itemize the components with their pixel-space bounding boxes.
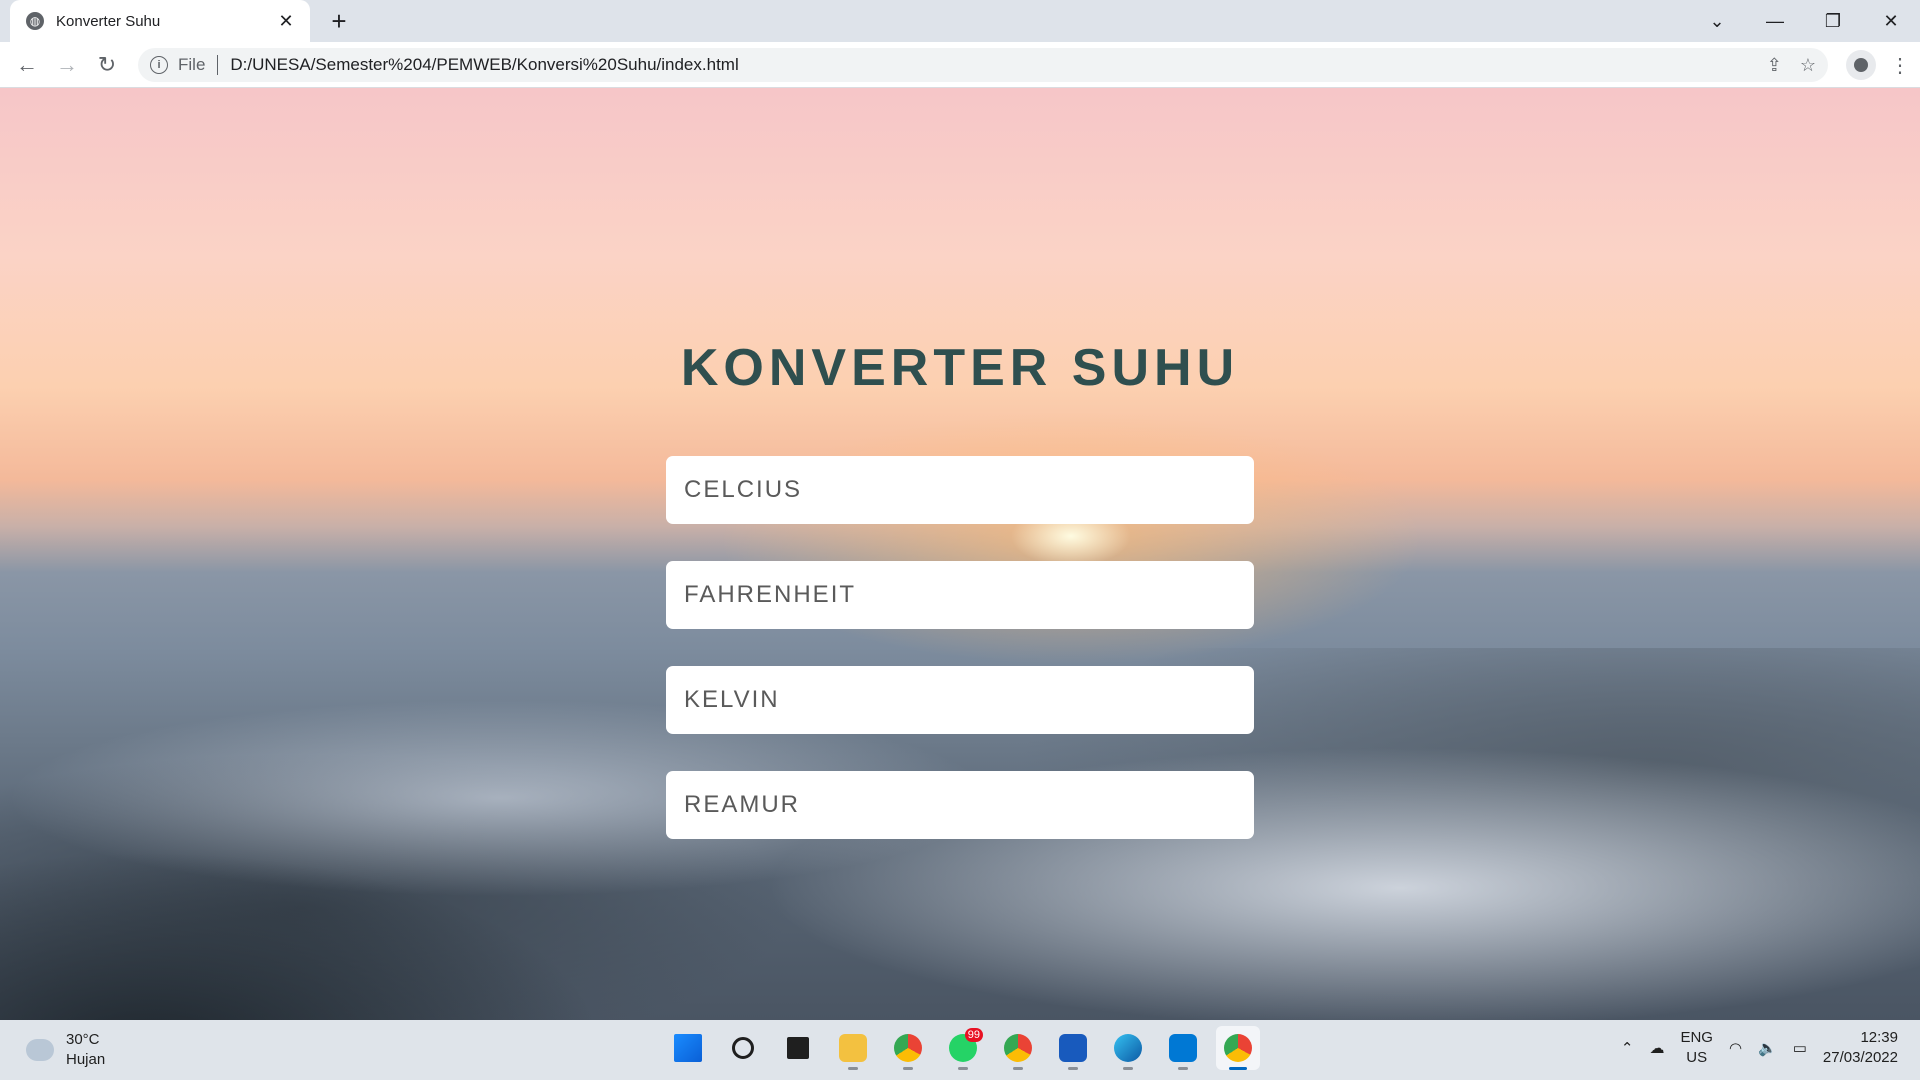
- system-tray: ⌃ ☁ ENG US ◠ 🔈 ▭ 12:39 27/03/2022: [1621, 1028, 1898, 1068]
- chrome-icon: [894, 1034, 922, 1062]
- forward-button[interactable]: →: [52, 50, 82, 80]
- window-controls: ⌄ — ❐ ✕: [1688, 0, 1920, 42]
- language-indicator[interactable]: ENG US: [1680, 1028, 1713, 1068]
- close-window-button[interactable]: ✕: [1862, 0, 1920, 42]
- chrome-profile-2-button[interactable]: [996, 1026, 1040, 1070]
- profile-avatar-icon[interactable]: [1846, 50, 1876, 80]
- taskbar: 30°C Hujan 99 ⌃ ☁ ENG US ◠ 🔈 ▭ 12:39 27/…: [0, 1020, 1920, 1080]
- word-button[interactable]: [1051, 1026, 1095, 1070]
- running-indicator: [1013, 1067, 1023, 1070]
- chrome-icon: [1004, 1034, 1032, 1062]
- browser-toolbar: ← → ↻ i File D:/UNESA/Semester%204/PEMWE…: [0, 42, 1920, 88]
- tab-title: Konverter Suhu: [56, 12, 161, 30]
- running-indicator: [1123, 1067, 1133, 1070]
- kelvin-input[interactable]: [666, 666, 1254, 734]
- fahrenheit-input[interactable]: [666, 561, 1254, 629]
- weather-temperature: 30°C: [66, 1031, 100, 1048]
- toolbar-right: ⋮: [1846, 50, 1910, 80]
- rain-cloud-icon: [26, 1039, 54, 1061]
- active-indicator: [1229, 1067, 1247, 1070]
- word-icon: [1059, 1034, 1087, 1062]
- reload-button[interactable]: ↻: [92, 50, 122, 80]
- running-indicator: [1068, 1067, 1078, 1070]
- page-title: KONVERTER SUHU: [680, 339, 1240, 397]
- notification-badge: 99: [964, 1028, 983, 1042]
- url-scheme-label: File: [178, 55, 206, 74]
- back-button[interactable]: ←: [12, 50, 42, 80]
- new-tab-button[interactable]: +: [324, 6, 354, 36]
- bookmark-star-icon[interactable]: ☆: [1800, 55, 1816, 76]
- battery-icon[interactable]: ▭: [1793, 1039, 1807, 1057]
- weather-description: Hujan: [66, 1051, 106, 1068]
- celcius-input[interactable]: [666, 456, 1254, 524]
- volume-icon[interactable]: 🔈: [1758, 1039, 1777, 1057]
- file-explorer-button[interactable]: [831, 1026, 875, 1070]
- wifi-icon[interactable]: ◠: [1729, 1039, 1742, 1057]
- onedrive-cloud-icon[interactable]: ☁: [1649, 1039, 1664, 1057]
- vscode-button[interactable]: [1161, 1026, 1205, 1070]
- chrome-profile-button[interactable]: [886, 1026, 930, 1070]
- task-view-icon: [787, 1037, 809, 1059]
- reamur-input[interactable]: [666, 771, 1254, 839]
- omnibox-actions: ⇪ ☆: [1767, 48, 1816, 82]
- site-info-icon[interactable]: i: [150, 56, 168, 74]
- clock-date: 27/03/2022: [1822, 1049, 1898, 1066]
- task-view-button[interactable]: [776, 1026, 820, 1070]
- folder-icon: [839, 1034, 867, 1062]
- weather-widget[interactable]: 30°C Hujan: [26, 1030, 105, 1070]
- tab-search-icon[interactable]: ⌄: [1688, 0, 1746, 42]
- converter-app: KONVERTER SUHU: [0, 88, 1920, 1020]
- taskbar-apps: 99: [666, 1026, 1260, 1070]
- clock[interactable]: 12:39 27/03/2022: [1823, 1028, 1898, 1068]
- edge-icon: [1114, 1034, 1142, 1062]
- restore-button[interactable]: ❐: [1804, 0, 1862, 42]
- globe-icon: ◍: [26, 12, 44, 30]
- running-indicator: [1178, 1067, 1188, 1070]
- chevron-up-icon[interactable]: ⌃: [1621, 1039, 1634, 1057]
- start-button[interactable]: [666, 1026, 710, 1070]
- chrome-button[interactable]: [1216, 1026, 1260, 1070]
- tab-strip: ◍ Konverter Suhu ✕ + ⌄ — ❐ ✕: [0, 0, 1920, 42]
- share-icon[interactable]: ⇪: [1767, 55, 1782, 76]
- search-icon: [732, 1037, 754, 1059]
- browser-menu-icon[interactable]: ⋮: [1890, 53, 1910, 78]
- browser-tab[interactable]: ◍ Konverter Suhu ✕: [10, 0, 310, 42]
- whatsapp-button[interactable]: 99: [941, 1026, 985, 1070]
- windows-start-icon: [674, 1034, 702, 1062]
- url-text[interactable]: D:/UNESA/Semester%204/PEMWEB/Konversi%20…: [230, 55, 738, 75]
- edge-button[interactable]: [1106, 1026, 1150, 1070]
- running-indicator: [903, 1067, 913, 1070]
- running-indicator: [848, 1067, 858, 1070]
- search-button[interactable]: [721, 1026, 765, 1070]
- chrome-icon: [1224, 1034, 1252, 1062]
- language-code: ENG: [1680, 1029, 1713, 1046]
- minimize-button[interactable]: —: [1746, 0, 1804, 42]
- clock-time: 12:39: [1860, 1029, 1898, 1046]
- running-indicator: [958, 1067, 968, 1070]
- keyboard-region: US: [1686, 1049, 1708, 1066]
- page-viewport: KONVERTER SUHU: [0, 88, 1920, 1020]
- tab-close-button[interactable]: ✕: [276, 11, 296, 32]
- vscode-icon: [1169, 1034, 1197, 1062]
- address-bar[interactable]: i File D:/UNESA/Semester%204/PEMWEB/Konv…: [138, 48, 1828, 82]
- url-separator: [217, 55, 219, 75]
